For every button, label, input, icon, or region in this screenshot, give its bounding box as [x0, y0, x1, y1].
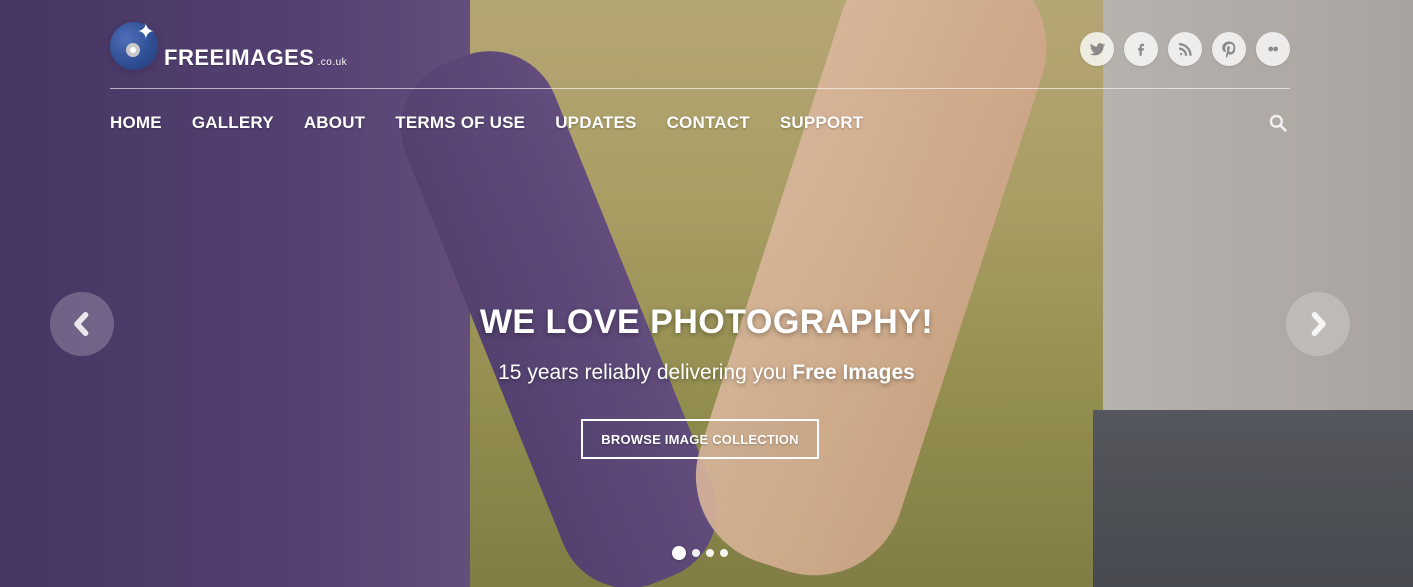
hero-slider: FREEIMAGES.co.uk HOME GALLERY AB — [0, 0, 1413, 587]
logo-wordmark: FREEIMAGES .co.uk — [164, 47, 347, 70]
pinterest-icon[interactable] — [1212, 32, 1246, 66]
chevron-right-icon — [1311, 311, 1326, 337]
site-logo[interactable]: FREEIMAGES.co.uk — [110, 12, 347, 70]
carousel-dot-4[interactable] — [720, 549, 728, 557]
next-slide-button[interactable] — [1286, 292, 1350, 356]
carousel-pagination — [672, 546, 728, 560]
nav-list: HOME GALLERY ABOUT TERMS OF USE UPDATES … — [110, 113, 1290, 133]
top-bar: FREEIMAGES.co.uk — [110, 10, 1290, 89]
nav-item-support[interactable]: SUPPORT — [780, 113, 864, 133]
twitter-icon[interactable] — [1080, 32, 1114, 66]
carousel-dot-2[interactable] — [692, 549, 700, 557]
nav-item-home[interactable]: HOME — [110, 113, 162, 133]
main-navigation: HOME GALLERY ABOUT TERMS OF USE UPDATES … — [110, 113, 1290, 137]
hero-subheadline-strong: Free Images — [792, 361, 915, 384]
hero-subheadline-prefix: 15 years reliably delivering you — [498, 361, 793, 384]
logo-text-images: IMAGES — [224, 45, 315, 70]
rss-icon[interactable] — [1168, 32, 1202, 66]
nav-item-contact[interactable]: CONTACT — [667, 113, 750, 133]
carousel-dot-3[interactable] — [706, 549, 714, 557]
nav-item-about[interactable]: ABOUT — [304, 113, 365, 133]
previous-slide-button[interactable] — [50, 292, 114, 356]
nav-item-updates[interactable]: UPDATES — [555, 113, 636, 133]
carousel-dot-1[interactable] — [672, 546, 686, 560]
social-links — [1080, 32, 1290, 66]
hero-subheadline: 15 years reliably delivering you Free Im… — [0, 361, 1413, 385]
logo-text-suffix: .co.uk — [317, 57, 348, 68]
search-icon[interactable] — [1266, 111, 1290, 135]
camera-logo-icon — [110, 20, 158, 70]
logo-text-free: FREE — [164, 45, 225, 70]
browse-image-collection-button[interactable]: BROWSE IMAGE COLLECTION — [581, 419, 819, 459]
flickr-icon[interactable] — [1256, 32, 1290, 66]
facebook-icon[interactable] — [1124, 32, 1158, 66]
nav-item-gallery[interactable]: GALLERY — [192, 113, 274, 133]
chevron-left-icon — [74, 311, 89, 337]
nav-item-terms-of-use[interactable]: TERMS OF USE — [395, 113, 525, 133]
hero-headline: WE LOVE PHOTOGRAPHY! — [479, 303, 934, 341]
